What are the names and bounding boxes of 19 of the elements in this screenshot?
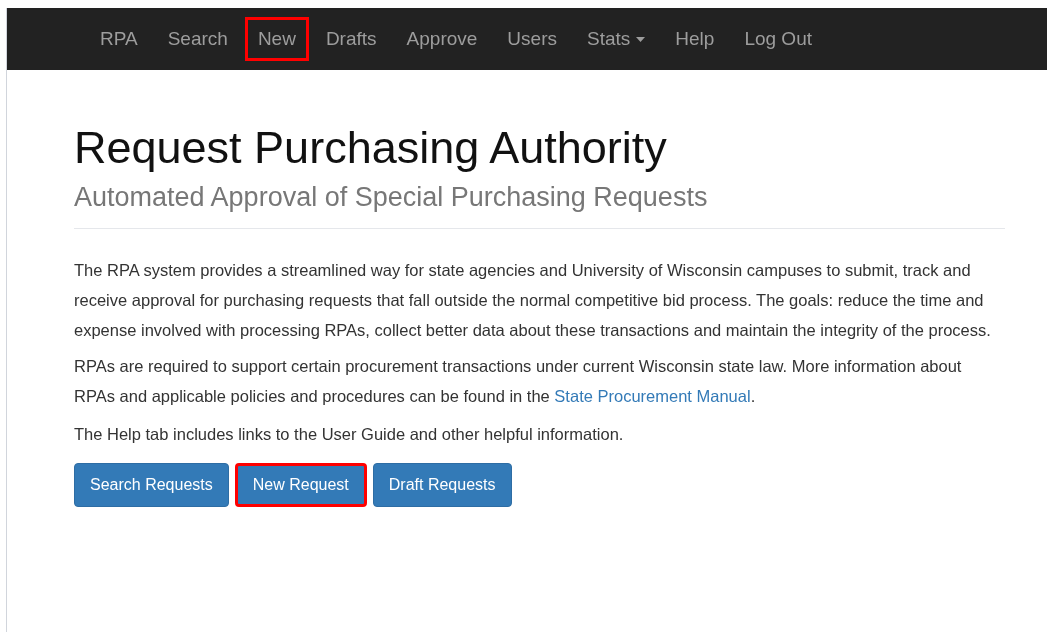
page-subtitle: Automated Approval of Special Purchasing Requests [74, 181, 709, 214]
nav-link[interactable]: Approve [393, 17, 491, 61]
action-button[interactable]: Search Requests [74, 463, 229, 507]
nav-link[interactable]: New [244, 17, 309, 61]
nav-link[interactable]: RPA [87, 17, 151, 61]
nav-link[interactable]: Log Out [731, 17, 825, 61]
caret-icon [636, 36, 646, 42]
nav-link[interactable]: Users [494, 17, 570, 61]
help-note: The Help tab includes links to the User Guide and other helpful information. [74, 424, 625, 445]
page-title: Request Purchasing Authority [74, 122, 668, 174]
intro-paragraph: The RPA system provides a streamlined way for state agencies and University of Wisconsin campuses to submit, track and receive approval for purchasing requests that fall outside the normal competitive bid process. The goals: reduce the time and expense involved with processing RPAs, collect better data about these transactions and maintain the integrity of the process. [74, 260, 992, 341]
action-button[interactable]: New Request [234, 463, 367, 507]
law-paragraph: RPAs are required to support certain procurement transactions under current Wisconsin state law. More information about RPAs and applicable policies and procedures can be found in the State Procurement Manual. [74, 356, 963, 407]
nav-link[interactable]: Search [154, 17, 241, 61]
nav-link[interactable]: Stats [574, 17, 659, 61]
nav-link[interactable]: Drafts [312, 17, 390, 61]
action-button[interactable]: Draft Requests [372, 463, 512, 507]
manual-link[interactable]: State Procurement Manual [554, 387, 751, 405]
nav-link[interactable]: Help [662, 17, 728, 61]
